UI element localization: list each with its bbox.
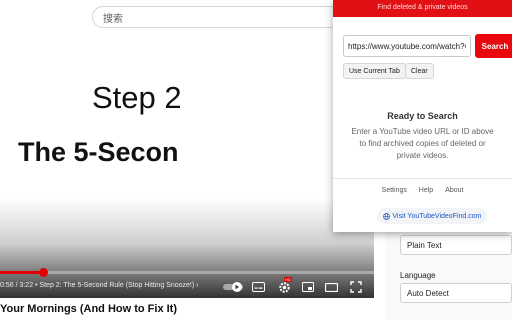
format-select[interactable]: Plain Text <box>400 235 512 255</box>
settings-icon[interactable]: HD <box>276 277 292 295</box>
extension-popup: Find deleted & private videos Search Use… <box>333 0 512 232</box>
fullscreen-icon[interactable] <box>348 279 364 295</box>
search-placeholder: 搜索 <box>103 14 123 25</box>
globe-icon <box>382 212 390 220</box>
slide-title: Step 2 <box>92 80 182 115</box>
player-controls: 0:56 / 3:22 • Step 2: The 5-Second Rule … <box>0 277 374 298</box>
video-player[interactable]: Step 2 The 5-Secon 0:56 / 3:22 • Step 2:… <box>0 32 374 298</box>
ready-title: Ready to Search <box>387 111 458 121</box>
progress-bar[interactable] <box>0 268 374 277</box>
ready-description: Enter a YouTube video URL or ID above to… <box>351 127 494 160</box>
progress-fill <box>0 271 43 274</box>
visit-site-link[interactable]: Visit YouTubeVideoFind.com <box>377 208 487 224</box>
language-select[interactable]: Auto Detect <box>400 283 512 303</box>
autoplay-toggle-icon[interactable] <box>222 279 244 295</box>
settings-link[interactable]: Settings <box>382 187 407 194</box>
theater-icon[interactable] <box>323 279 339 295</box>
visit-site-label[interactable]: Visit YouTubeVideoFind.com <box>393 213 482 220</box>
use-current-tab-button[interactable]: Use Current Tab <box>343 63 406 79</box>
video-title[interactable]: Your Mornings (And How to Fix It) <box>0 303 177 315</box>
footer-links: Settings Help About <box>333 187 512 194</box>
subtitles-icon[interactable] <box>250 279 266 295</box>
search-button[interactable]: Search <box>475 34 512 58</box>
search-input[interactable]: 搜索 <box>92 6 364 28</box>
footer-divider <box>333 178 512 179</box>
about-link[interactable]: About <box>445 187 463 194</box>
clear-button[interactable]: Clear <box>405 63 434 79</box>
hd-badge: HD <box>284 277 292 282</box>
slide-subtitle: The 5-Secon <box>18 137 179 167</box>
language-label: Language <box>400 271 436 280</box>
popup-header: Find deleted & private videos <box>333 0 512 17</box>
help-link[interactable]: Help <box>419 187 433 194</box>
progress-scrubber[interactable] <box>39 268 48 277</box>
chapter-chevron-icon[interactable]: › <box>196 282 198 289</box>
video-url-input[interactable] <box>343 35 471 57</box>
time-display: 0:56 / 3:22 • Step 2: The 5-Second Rule … <box>0 282 199 289</box>
chapter-title[interactable]: • Step 2: The 5-Second Rule (Stop Hittin… <box>33 282 194 289</box>
popup-header-text: Find deleted & private videos <box>377 4 468 11</box>
miniplayer-icon[interactable] <box>300 279 316 295</box>
